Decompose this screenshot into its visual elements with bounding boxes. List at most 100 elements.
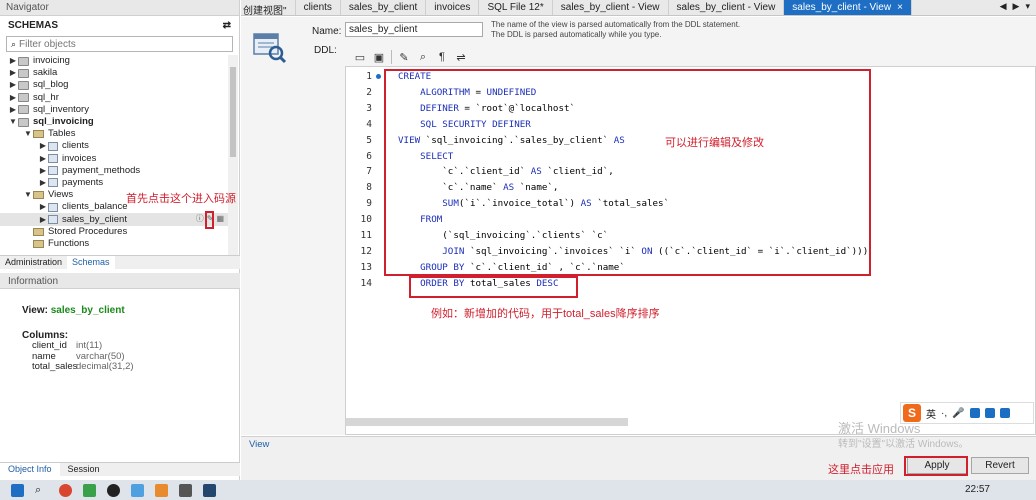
table-icon xyxy=(48,215,58,225)
scrollbar-thumb[interactable] xyxy=(230,67,236,157)
expand-arrow-icon[interactable]: ▶ xyxy=(8,104,18,116)
tree-item[interactable]: ▼ sql_invoicing xyxy=(0,116,228,128)
name-label: Name: xyxy=(312,26,342,37)
tree-item[interactable]: ▶ clients xyxy=(0,140,228,152)
punctuation-icon[interactable]: ·, xyxy=(941,408,947,419)
expand-arrow-icon[interactable]: ▶ xyxy=(38,153,48,165)
tools-icon[interactable] xyxy=(999,408,1010,418)
ddl-toolbar: ▭ ▣ ✎ ⌕ ¶ ⇌ xyxy=(353,50,468,64)
filter-box[interactable]: ⌕ xyxy=(6,36,233,52)
skin-icon[interactable] xyxy=(984,408,995,418)
chrome-icon[interactable] xyxy=(59,483,72,497)
keyboard-icon[interactable] xyxy=(969,408,980,418)
wrap-lines-icon[interactable]: ⇌ xyxy=(454,50,468,64)
folder-icon xyxy=(33,191,44,200)
collapse-arrow-icon[interactable]: ▼ xyxy=(23,128,33,140)
expand-arrow-icon[interactable]: ▶ xyxy=(8,55,18,67)
app-icon[interactable] xyxy=(131,483,144,497)
tab-navigation: ◀ ▶ ▾ xyxy=(994,0,1036,15)
tree-item-label: clients_balance xyxy=(62,201,128,213)
windows-start-icon[interactable] xyxy=(11,483,24,497)
close-tab-icon[interactable]: × xyxy=(897,2,903,13)
info-view-prefix: View: xyxy=(22,305,48,316)
tab-session[interactable]: Session xyxy=(60,463,108,476)
tab-administration[interactable]: Administration xyxy=(0,256,67,269)
tab-create-view[interactable]: 创建视图" xyxy=(241,0,296,17)
editor-tab[interactable]: sales_by_client - View xyxy=(669,0,785,15)
qq-icon[interactable] xyxy=(107,483,120,497)
ddl-label: DDL: xyxy=(314,45,337,56)
tree-item[interactable]: ▶ sql_hr xyxy=(0,92,228,104)
tree-item[interactable]: ▶ sakila xyxy=(0,67,228,79)
tree-item[interactable]: Functions xyxy=(0,238,228,250)
expand-arrow-icon[interactable]: ▶ xyxy=(38,177,48,189)
revert-button[interactable]: Revert xyxy=(971,457,1029,474)
tree-item[interactable]: ▼ Tables xyxy=(0,128,228,140)
editor-tab[interactable]: invoices xyxy=(426,0,480,15)
view-name-field[interactable]: sales_by_client xyxy=(345,22,483,37)
expand-arrow-icon[interactable]: ▶ xyxy=(38,214,48,226)
clock: 22:57 xyxy=(964,484,990,495)
editor-tab[interactable]: sales_by_client xyxy=(341,0,427,15)
editor-tabbar: 创建视图" clients sales_by_client invoices SQL … xyxy=(241,0,1036,17)
tree-item[interactable]: ▶ invoicing xyxy=(0,55,228,67)
expand-arrow-icon[interactable]: ▶ xyxy=(8,67,18,79)
tree-item-label: Tables xyxy=(48,128,76,140)
expand-arrow-icon[interactable]: ▶ xyxy=(38,201,48,213)
tree-item[interactable]: ▶ sql_blog xyxy=(0,79,228,91)
annotation-apply-hint: 这里点击应用 xyxy=(828,464,894,476)
database-icon xyxy=(18,80,29,90)
editor-tabs: clients sales_by_client invoices SQL File 1… xyxy=(296,0,785,15)
database-icon xyxy=(18,68,29,78)
expand-arrow-icon[interactable]: ▶ xyxy=(8,79,18,91)
tree-item[interactable]: Stored Procedures xyxy=(0,226,228,238)
refresh-schemas-icon[interactable]: ⇄ xyxy=(223,20,231,31)
editor-tab[interactable]: clients xyxy=(296,0,341,15)
find-icon[interactable]: ⌕ xyxy=(416,50,430,64)
tree-item-label: Functions xyxy=(48,237,90,249)
folder-icon xyxy=(33,227,44,236)
open-file-icon[interactable]: ▭ xyxy=(353,50,367,64)
editor-tab[interactable]: sales_by_client - View xyxy=(553,0,669,15)
tree-item[interactable]: ▶ payment_methods xyxy=(0,165,228,177)
table-icon xyxy=(48,141,58,151)
editor-tab[interactable]: SQL File 12* xyxy=(479,0,553,15)
info-icon[interactable]: ⓘ xyxy=(196,213,204,225)
database-icon xyxy=(18,93,29,103)
tab-right-icon[interactable]: ▶ xyxy=(1013,1,1020,14)
expand-arrow-icon[interactable]: ▶ xyxy=(38,165,48,177)
tree-item[interactable]: ▶ payments xyxy=(0,177,228,189)
tree-item-label: sql_hr xyxy=(33,91,59,103)
search-icon[interactable]: ⌕ xyxy=(35,484,48,497)
wechat-icon[interactable] xyxy=(83,483,96,497)
tree-item-label: payment_methods xyxy=(62,164,141,176)
tab-active-label: sales_by_client - View xyxy=(792,2,892,13)
filter-input[interactable] xyxy=(19,38,232,50)
tab-object-info[interactable]: Object Info xyxy=(0,463,60,476)
horizontal-scrollbar[interactable] xyxy=(346,418,628,426)
ime-mode-label[interactable]: 英 xyxy=(926,406,936,421)
expand-arrow-icon[interactable]: ▶ xyxy=(8,92,18,104)
collapse-arrow-icon[interactable]: ▼ xyxy=(23,189,33,201)
save-icon[interactable]: ▣ xyxy=(372,50,386,64)
expand-arrow-icon[interactable]: ▶ xyxy=(38,140,48,152)
settings-icon[interactable] xyxy=(179,483,192,497)
tab-active-view[interactable]: sales_by_client - View × xyxy=(784,0,912,15)
collapse-arrow-icon[interactable]: ▼ xyxy=(8,116,18,128)
mysql-workbench-icon[interactable] xyxy=(203,483,216,497)
tab-view[interactable]: View xyxy=(249,439,269,450)
table-data-icon[interactable]: ▦ xyxy=(216,213,224,225)
tree-item[interactable]: ▶ sales_by_client ⓘ ✎ ▦ xyxy=(0,213,228,226)
microphone-icon[interactable]: 🎤 xyxy=(952,408,964,419)
tab-menu-icon[interactable]: ▾ xyxy=(1025,1,1030,14)
line-number: 8 xyxy=(366,182,372,194)
invisible-chars-icon[interactable]: ¶ xyxy=(435,50,449,64)
beautify-icon[interactable]: ✎ xyxy=(397,50,411,64)
tree-item[interactable]: ▶ invoices xyxy=(0,153,228,165)
tree-item[interactable]: ▶ sql_inventory xyxy=(0,104,228,116)
firefox-icon[interactable] xyxy=(155,483,168,497)
tab-schemas[interactable]: Schemas xyxy=(67,256,115,269)
tab-left-icon[interactable]: ◀ xyxy=(1000,1,1007,14)
tree-scrollbar[interactable] xyxy=(228,55,238,255)
search-icon: ⌕ xyxy=(11,38,17,49)
